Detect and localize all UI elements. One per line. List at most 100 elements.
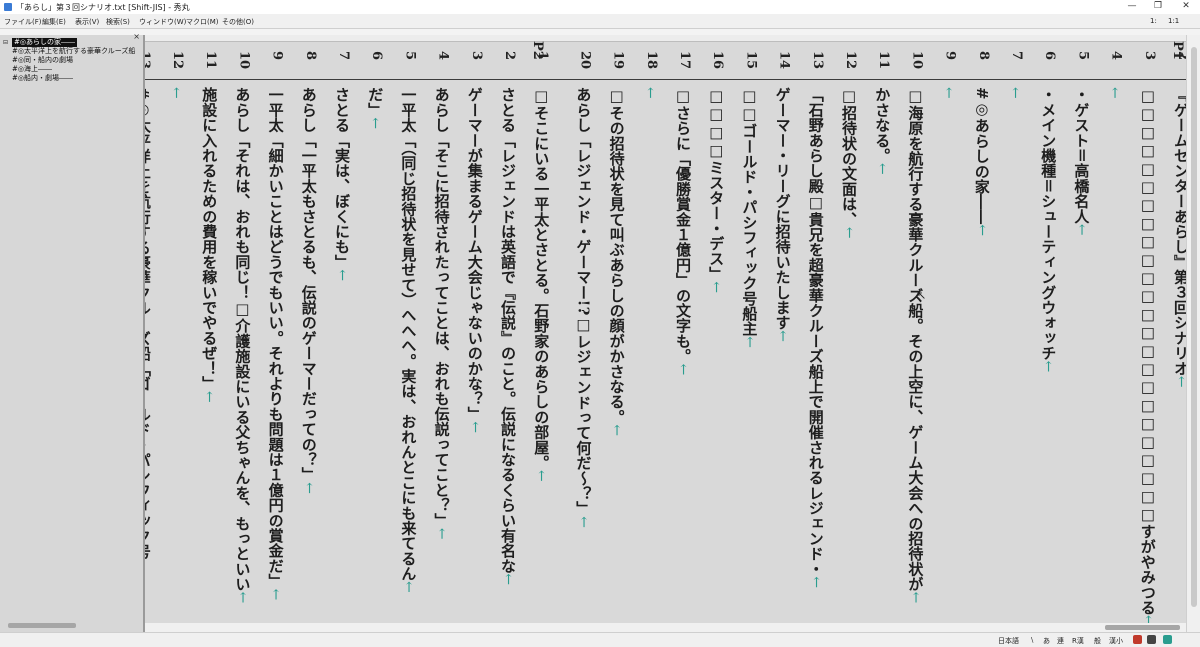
outline-item-5[interactable]: #◎船内・劇場――	[12, 74, 73, 83]
outline-item-1[interactable]: #◎あらしの家――	[12, 38, 77, 47]
outline-close-icon[interactable]: ×	[133, 32, 140, 41]
menu-file[interactable]: ファイル(F)	[4, 17, 42, 27]
text-line[interactable]: 4 ←	[1101, 35, 1127, 632]
menu-macro[interactable]: マクロ(M)	[186, 17, 219, 27]
menu-window[interactable]: ウィンドウ(W)	[139, 17, 186, 27]
text-line[interactable]: 9 一平太「細かいことはどうでもいい。それよりも問題は１億円の賞金だ」←	[262, 35, 288, 632]
text-line[interactable]: 1 □そこにいる一平太とさとる。石野家のあらしの部屋。←	[527, 35, 553, 632]
line-text: 『ゲームセンターあらし』第３回シナリオ←	[1169, 87, 1186, 388]
text-line[interactable]: 9 ←	[935, 35, 961, 632]
ime-mode[interactable]: 日本語	[998, 636, 1019, 646]
menu-other[interactable]: その他(O)	[222, 17, 254, 27]
return-mark-icon: ←	[874, 163, 891, 175]
vertical-scroll-thumb[interactable]	[1191, 47, 1197, 607]
horizontal-scrollbar[interactable]	[145, 623, 1186, 632]
return-mark-icon: ←	[807, 576, 824, 589]
line-text: ・ゲスト＝高橋名人←	[1069, 87, 1093, 236]
return-mark-icon: ←	[973, 224, 990, 237]
text-line[interactable]: 5 ・ゲスト＝高橋名人←	[1067, 35, 1093, 632]
line-text: ←	[1103, 87, 1127, 99]
vertical-scrollbar[interactable]	[1186, 35, 1200, 632]
status-indicator-4: R漢	[1072, 637, 1084, 645]
line-content: あらし「そこに招待されたってことは、おれも伝説ってこと？」	[432, 87, 451, 528]
line-text: □招待状の文面は、←	[837, 87, 861, 239]
line-text: #◎あらしの家――←	[970, 87, 994, 236]
text-line[interactable]: 6 ・メイン機種＝シューティングウォッチ←	[1034, 35, 1060, 632]
status-icon-teal[interactable]	[1163, 635, 1172, 644]
text-line[interactable]: 8 #◎あらしの家――←	[968, 35, 994, 632]
text-line[interactable]: 14 ゲーマー・リーグに招待いたします←	[769, 35, 795, 632]
line-text: ゲーマーが集まるゲーム大会じゃないのかな？」←	[463, 87, 487, 433]
line-number: 10	[236, 51, 252, 70]
return-mark-icon: ←	[774, 330, 791, 343]
text-line[interactable]: 19 □その招待状を見て叫ぶあらしの顔がかさなる。←	[603, 35, 629, 632]
text-line[interactable]: 7 さとる「実は、ぼくにも」←	[328, 35, 354, 632]
text-line[interactable]: 13 #◎太平洋上を航行する豪華クルーズ船「ゴールド・パシフィック号	[145, 35, 155, 632]
outline-scrollbar[interactable]	[8, 623, 76, 628]
text-line[interactable]: 17 □さらに「優勝賞金１億円」の文字も。←	[669, 35, 695, 632]
text-line[interactable]: 5 一平太「（同じ招待状を見せて）へへへ。実は、おれんとこにも来てるん←	[394, 35, 420, 632]
line-content: □招待状の文面は、	[840, 87, 858, 227]
line-text: 「石野あらし殿□貴兄を超豪華クルーズ船上で開催されるレジェンド・←	[804, 87, 828, 588]
line-number: 8	[302, 51, 318, 61]
collapse-icon[interactable]: ⊟	[3, 39, 8, 46]
text-line[interactable]: 2 さとる「レジェンドは英語で『伝説』のこと。伝説になるくらい有名な←	[494, 35, 520, 632]
status-icon-red[interactable]	[1133, 635, 1142, 644]
line-number: 12	[843, 51, 858, 70]
text-line[interactable]: 20 あらし「レジェンド・ゲーマー!?□レジェンドって何だ～？」←	[569, 35, 595, 632]
return-mark-icon: ←	[1106, 87, 1123, 99]
return-mark-icon: ←	[575, 516, 592, 529]
mouse-cursor-icon: ↖	[917, 289, 927, 302]
return-mark-icon: ←	[168, 87, 184, 99]
return-mark-icon: ←	[675, 363, 691, 376]
line-text: 一平太「（同じ招待状を見せて）へへへ。実は、おれんとこにも来てるん←	[396, 87, 420, 593]
text-line[interactable]: 13 「石野あらし殿□貴兄を超豪華クルーズ船上で開催されるレジェンド・←	[802, 35, 828, 632]
line-number: 5	[1075, 51, 1091, 61]
menu-view[interactable]: 表示(V)	[75, 17, 99, 27]
maximize-button[interactable]: ❐	[1148, 1, 1168, 11]
line-content: #◎あらしの家――	[972, 87, 991, 225]
text-line[interactable]: 3 □□□□□□□□□□□□□□□□□□□□□□□□すがやみつる←	[1134, 35, 1160, 632]
line-content: 「石野あらし殿□貴兄を超豪華クルーズ船上で開催されるレジェンド・	[806, 87, 825, 577]
text-line[interactable]: 18 ←	[636, 35, 662, 632]
line-content: ゲーマーが集まるゲーム大会じゃないのかな？」	[465, 87, 484, 422]
return-mark-icon: ←	[741, 336, 758, 349]
outline-item-4[interactable]: #◎海上――	[12, 65, 52, 74]
return-mark-icon: ←	[500, 573, 516, 586]
line-text: □□□□ミスター・デス」←	[704, 87, 728, 293]
text-line[interactable]: 12 □招待状の文面は、←	[835, 35, 861, 632]
text-line[interactable]: 15 □□ゴールド・パシフィック号船主←	[735, 35, 761, 632]
text-line[interactable]: 7 ←	[1001, 35, 1027, 632]
text-line[interactable]: 11 施設に入れるための費用を稼いでやるぜ！」←	[195, 35, 221, 632]
line-text: ・メイン機種＝シューティングウォッチ←	[1036, 87, 1060, 373]
text-line[interactable]: 4 あらし「そこに招待されたってことは、おれも伝説ってこと？」←	[428, 35, 454, 632]
line-text: だ」←	[363, 87, 387, 129]
return-mark-icon: ←	[466, 421, 483, 434]
text-line[interactable]: 10 □海原を航行する豪華クルーズ船。その上空に、ゲーム大会への招待状が←	[901, 35, 927, 632]
text-line[interactable]: 3 ゲーマーが集まるゲーム大会じゃないのかな？」←	[461, 35, 487, 632]
text-line[interactable]: 8 あらし「一平太もさとるも、伝説のゲーマーだっての？」←	[295, 35, 321, 632]
text-line[interactable]: 10 あらし「それは、おれも同じ！□介護施設にいる父ちゃんを、もっといい←	[228, 35, 254, 632]
menu-search[interactable]: 検索(S)	[106, 17, 130, 27]
status-indicator-2: あ	[1043, 637, 1050, 645]
horizontal-scroll-thumb[interactable]	[1105, 625, 1180, 630]
outline-item-3[interactable]: #◎同・船内の劇場	[12, 56, 73, 65]
window-title: 「あらし」第３回シナリオ.txt [Shift-JIS] - 秀丸	[16, 3, 190, 12]
line-content: □□ゴールド・パシフィック号船主	[740, 87, 759, 337]
return-mark-icon: ←	[300, 482, 317, 495]
outline-item-2[interactable]: #◎太平洋上を航行する豪華クルーズ船	[12, 47, 135, 56]
close-button[interactable]: ✕	[1176, 1, 1196, 11]
line-content: 一平太「（同じ招待状を見せて）へへへ。実は、おれんとこにも来てるん	[399, 87, 418, 582]
return-mark-icon: ←	[533, 470, 550, 482]
text-line[interactable]: 2 『ゲームセンターあらし』第３回シナリオ←	[1167, 35, 1186, 632]
text-line[interactable]: 12 ←	[162, 35, 188, 632]
menu-edit[interactable]: 編集(E)	[42, 17, 66, 27]
text-line[interactable]: 11 かさなる。←	[868, 35, 894, 632]
minimize-button[interactable]: —	[1122, 1, 1142, 11]
line-text: あらし「そこに招待されたってことは、おれも伝説ってこと？」←	[430, 87, 454, 540]
text-line[interactable]: 16 □□□□ミスター・デス」←	[702, 35, 728, 632]
keyboard-icon[interactable]	[1147, 635, 1156, 644]
vertical-text-editor[interactable]: P1 P2 2 『ゲームセンターあらし』第３回シナリオ← 3 □□□□□□□□□□□□…	[145, 35, 1186, 632]
line-text: ←	[638, 87, 662, 99]
text-line[interactable]: 6 だ」←	[361, 35, 387, 632]
